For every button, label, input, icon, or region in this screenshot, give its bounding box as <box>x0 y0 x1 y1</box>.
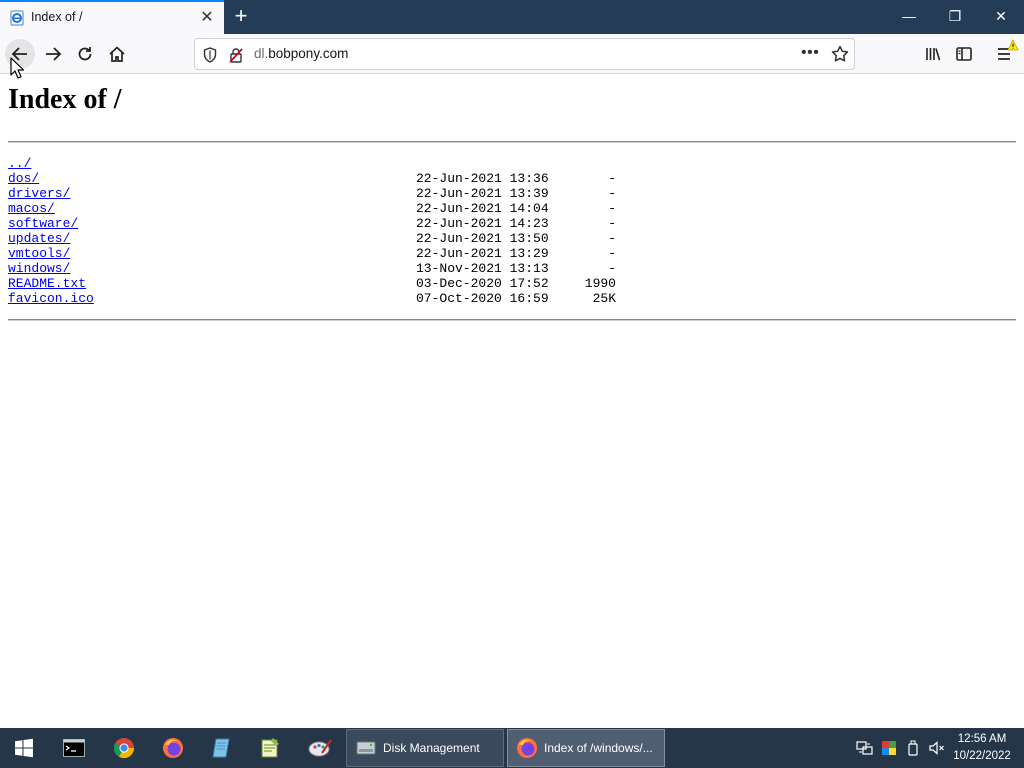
network-icon[interactable] <box>856 739 874 757</box>
start-button[interactable] <box>0 728 48 768</box>
url-subdomain: dl. <box>254 46 269 61</box>
taskbar-clock[interactable]: 12:56 AM 10/22/2022 <box>944 731 1020 765</box>
entry-size: - <box>608 231 616 246</box>
firefox-icon <box>516 737 538 759</box>
reload-icon <box>78 47 92 61</box>
entry-link[interactable]: software/ <box>8 216 78 231</box>
entry-link[interactable]: macos/ <box>8 201 55 216</box>
entry-date: 22-Jun-2021 13:50 <box>416 231 549 246</box>
entry-link[interactable]: dos/ <box>8 171 39 186</box>
home-icon <box>109 46 125 62</box>
new-tab-button[interactable]: + <box>230 5 252 27</box>
system-tray <box>856 728 946 768</box>
entry-size: - <box>608 186 616 201</box>
star-icon[interactable] <box>831 45 849 68</box>
task-label: Index of /windows/... <box>544 741 653 755</box>
tab-bar: Index of / ✕ + — ❐ ✕ <box>0 0 1024 34</box>
home-button[interactable] <box>102 39 132 69</box>
entry-size: 25K <box>592 291 616 306</box>
entry-date: 22-Jun-2021 13:39 <box>416 186 549 201</box>
entry-date: 22-Jun-2021 13:36 <box>416 171 549 186</box>
update-warning-icon <box>1007 39 1019 51</box>
task-label: Disk Management <box>383 741 480 755</box>
horizontal-rule <box>8 141 1016 143</box>
entry-size: - <box>608 246 616 261</box>
entry-size: - <box>608 171 616 186</box>
taskbar-notepadpp[interactable] <box>246 728 294 768</box>
mouse-cursor-icon <box>10 57 24 79</box>
entry-size: - <box>608 261 616 276</box>
ie-page-favicon <box>9 10 25 26</box>
firefox-icon <box>163 738 183 758</box>
url-bar[interactable]: dl.bobpony.com ••• <box>194 38 855 70</box>
task-firefox-window[interactable]: Index of /windows/... <box>507 729 665 767</box>
window-restore-button[interactable]: ❐ <box>932 0 978 34</box>
entry-date: 07-Oct-2020 16:59 <box>416 291 549 306</box>
tab-index[interactable]: Index of / ✕ <box>0 0 224 34</box>
taskbar-notepad[interactable] <box>198 728 246 768</box>
entry-size: - <box>608 216 616 231</box>
taskbar-paint[interactable] <box>296 728 344 768</box>
entry-link[interactable]: vmtools/ <box>8 246 70 261</box>
disk-management-icon <box>355 737 377 759</box>
entry-link[interactable]: windows/ <box>8 261 70 276</box>
entry-date: 22-Jun-2021 14:04 <box>416 201 549 216</box>
tab-close-icon[interactable]: ✕ <box>198 9 216 27</box>
taskbar: Disk Management Index of /windows/... 12… <box>0 728 1024 768</box>
window-close-button[interactable]: ✕ <box>978 0 1024 34</box>
shield-icon[interactable] <box>203 47 217 68</box>
page-actions-button[interactable]: ••• <box>801 44 819 62</box>
url-domain: bobpony.com <box>268 46 349 61</box>
entry-date: 22-Jun-2021 14:23 <box>416 216 549 231</box>
entry-link[interactable]: ../ <box>8 156 31 171</box>
color-icon[interactable] <box>880 739 898 757</box>
reload-button[interactable] <box>70 39 100 69</box>
sidebar-button[interactable] <box>949 39 979 69</box>
entry-size: - <box>608 201 616 216</box>
navigation-toolbar: dl.bobpony.com ••• <box>0 34 1024 74</box>
library-icon <box>926 48 941 61</box>
insecure-lock-icon[interactable] <box>229 47 243 68</box>
forward-arrow-icon <box>46 47 62 61</box>
entry-link[interactable]: README.txt <box>8 276 86 291</box>
windows-start-icon <box>15 738 33 758</box>
sidebar-icon <box>956 47 972 61</box>
clock-time: 12:56 AM <box>957 733 1007 745</box>
notepadpp-icon <box>261 738 279 758</box>
clock-date: 10/22/2022 <box>953 750 1011 762</box>
window-minimize-button[interactable]: — <box>886 0 932 34</box>
entry-date: 22-Jun-2021 13:29 <box>416 246 549 261</box>
paint-icon <box>308 739 332 757</box>
chrome-icon <box>113 738 135 759</box>
horizontal-rule <box>8 319 1016 321</box>
entry-link[interactable]: favicon.ico <box>8 291 94 306</box>
entry-link[interactable]: updates/ <box>8 231 70 246</box>
app-menu-button[interactable] <box>991 39 1021 69</box>
command-prompt-icon <box>63 739 85 757</box>
taskbar-chrome[interactable] <box>100 728 148 768</box>
url-text[interactable]: dl.bobpony.com <box>254 46 348 61</box>
taskbar-firefox[interactable] <box>149 728 197 768</box>
task-disk-management[interactable]: Disk Management <box>346 729 504 767</box>
entry-date: 03-Dec-2020 17:52 <box>416 276 549 291</box>
page-heading: Index of / <box>8 84 122 115</box>
tab-title: Index of / <box>31 10 83 24</box>
entry-date: 13-Nov-2021 13:13 <box>416 261 549 276</box>
usb-drive-icon[interactable] <box>904 739 922 757</box>
entry-size: 1990 <box>584 276 616 291</box>
library-button[interactable] <box>918 39 948 69</box>
notepad-icon <box>212 738 230 758</box>
forward-button[interactable] <box>38 39 68 69</box>
page-content: Index of / ../ dos/22-Jun-2021 13:36 - dr… <box>0 74 1024 728</box>
entry-link[interactable]: drivers/ <box>8 186 70 201</box>
taskbar-command-prompt[interactable] <box>50 728 98 768</box>
